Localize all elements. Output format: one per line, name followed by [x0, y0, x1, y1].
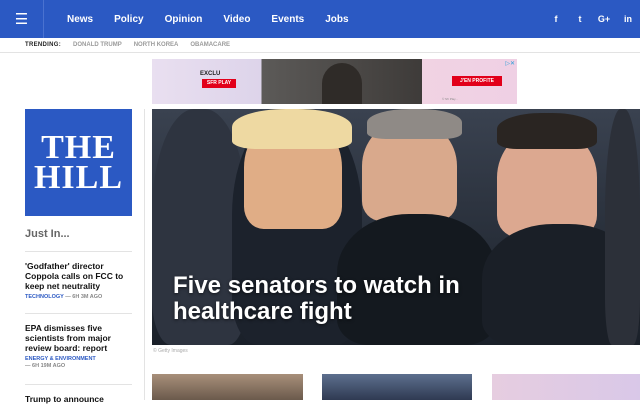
- story-category[interactable]: ENERGY & ENVIRONMENT: [25, 356, 135, 363]
- story-thumbnail[interactable]: [322, 374, 472, 400]
- ad-headline: EXCLU: [200, 71, 221, 77]
- twitter-icon[interactable]: t: [568, 14, 592, 24]
- just-in-title: Just In...: [25, 228, 70, 240]
- sidebar-story[interactable]: EPA dismisses five scientists from major…: [25, 323, 135, 370]
- nav-policy[interactable]: Policy: [114, 14, 143, 25]
- nav-video[interactable]: Video: [223, 14, 250, 25]
- sidebar-story[interactable]: 'Godfather' director Coppola calls on FC…: [25, 261, 135, 301]
- top-nav-bar: ☰ News Policy Opinion Video Events Jobs …: [0, 0, 640, 38]
- hamburger-icon[interactable]: ☰: [0, 0, 44, 38]
- hero-photo-figure: [367, 109, 462, 139]
- logo-line-2: HILL: [33, 158, 124, 196]
- story-headline[interactable]: 'Godfather' director Coppola calls on FC…: [25, 261, 135, 291]
- the-hill-logo[interactable]: THE HILL: [25, 109, 132, 216]
- hero-photo-figure: [232, 109, 352, 149]
- linkedin-icon[interactable]: in: [616, 14, 640, 24]
- story-headline[interactable]: Trump to announce: [25, 394, 135, 404]
- story-time: — 6H 3M AGO: [65, 294, 103, 300]
- column-divider: [144, 109, 145, 400]
- ad-brand: SFR PLAY: [202, 79, 236, 88]
- story-headline[interactable]: EPA dismisses five scientists from major…: [25, 323, 135, 353]
- adchoices-icon[interactable]: ▷✕: [505, 60, 515, 67]
- facebook-icon[interactable]: f: [544, 14, 568, 24]
- trending-item-north-korea[interactable]: NORTH KOREA: [134, 42, 179, 48]
- ad-banner[interactable]: EXCLU SFR PLAY J'EN PROFITE ▷✕ © Sfr Pla…: [152, 59, 517, 104]
- nav-news[interactable]: News: [67, 14, 93, 25]
- ad-cta-button[interactable]: J'EN PROFITE: [452, 76, 502, 86]
- divider: [25, 384, 132, 385]
- story-thumbnail[interactable]: [492, 374, 640, 400]
- divider: [25, 251, 132, 252]
- trending-item-donald-trump[interactable]: DONALD TRUMP: [73, 42, 122, 48]
- nav-jobs[interactable]: Jobs: [325, 14, 348, 25]
- hero-photo-figure: [497, 113, 597, 149]
- trending-label: TRENDING:: [25, 42, 62, 48]
- story-thumbnail[interactable]: [152, 374, 303, 400]
- story-meta: ENERGY & ENVIRONMENT — 6H 19M AGO: [25, 356, 135, 370]
- hero-photo-figure: [605, 109, 640, 345]
- hero-headline[interactable]: Five senators to watch in healthcare fig…: [173, 273, 460, 325]
- story-meta: TECHNOLOGY — 6H 3M AGO: [25, 294, 135, 301]
- story-category[interactable]: TECHNOLOGY: [25, 294, 64, 300]
- google-plus-icon[interactable]: G+: [592, 14, 616, 24]
- hero-story[interactable]: Five senators to watch in healthcare fig…: [152, 109, 640, 345]
- logo-line-1: THE: [41, 128, 116, 166]
- nav-opinion[interactable]: Opinion: [165, 14, 203, 25]
- divider: [25, 313, 132, 314]
- sidebar-story[interactable]: Trump to announce: [25, 394, 135, 404]
- nav-events[interactable]: Events: [271, 14, 304, 25]
- photo-credit: © Getty Images: [153, 348, 188, 354]
- main-nav: News Policy Opinion Video Events Jobs: [67, 0, 370, 38]
- story-time: — 6H 19M AGO: [25, 363, 66, 369]
- hero-headline-line-2: healthcare fight: [173, 298, 352, 325]
- hero-headline-line-1: Five senators to watch in: [173, 272, 460, 299]
- trending-item-obamacare[interactable]: OBAMACARE: [190, 42, 230, 48]
- ad-image: [322, 63, 362, 104]
- ad-fine-print: © Sfr Play...: [442, 97, 458, 101]
- trending-bar: TRENDING: DONALD TRUMP NORTH KOREA OBAMA…: [0, 38, 640, 53]
- social-links: f t G+ in: [544, 0, 640, 38]
